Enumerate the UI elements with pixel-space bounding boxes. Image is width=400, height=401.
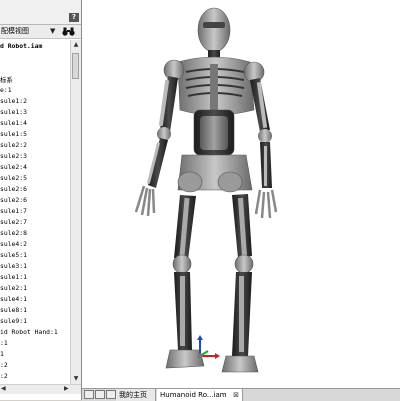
menu-icon[interactable] [106, 390, 116, 399]
tab-humanoid-robot[interactable]: Humanoid Ro...iam ⊠ [157, 389, 243, 401]
scroll-right-icon[interactable]: ▶ [64, 385, 69, 392]
tree-item[interactable]: sule2:4 [0, 163, 27, 171]
tree-item[interactable]: 标系 [0, 75, 13, 84]
tab-label: 我的主页 [119, 391, 147, 399]
view-selector[interactable]: 配模视图 [1, 26, 29, 36]
tree-item[interactable]: sule2:8 [0, 229, 27, 237]
tree-item[interactable]: sule4:1 [0, 295, 27, 303]
tree-item[interactable]: sule3:1 [0, 262, 27, 270]
chevron-down-icon[interactable]: ▼ [50, 27, 55, 35]
scroll-up-icon[interactable]: ▲ [71, 40, 81, 50]
document-tab-bar: 我的主页 Humanoid Ro...iam ⊠ [82, 388, 400, 401]
tree-item[interactable]: :1 [0, 339, 8, 347]
tile-horizontal-icon[interactable] [84, 390, 94, 399]
tree-item[interactable]: sule9:1 [0, 317, 27, 325]
tree-item[interactable]: sule5:1 [0, 251, 27, 259]
tree-item[interactable]: sule1:2 [0, 97, 27, 105]
tree-item[interactable]: :2 [0, 372, 8, 380]
scroll-left-icon[interactable]: ◀ [1, 385, 6, 392]
tree-item[interactable]: :2 [0, 361, 8, 369]
horizontal-scrollbar[interactable]: ◀ ▶ [0, 384, 81, 394]
browser-toolbar: 配模视图 ▼ [0, 25, 81, 39]
scroll-down-icon[interactable]: ▼ [71, 374, 81, 384]
tree-item[interactable]: sule1:4 [0, 119, 27, 127]
tree-item[interactable]: sule1:1 [0, 273, 27, 281]
tree-item[interactable]: e:1 [0, 86, 12, 94]
tree-item[interactable]: sule2:6 [0, 185, 27, 193]
tree-item[interactable]: sule1:5 [0, 130, 27, 138]
tree-item[interactable]: sule4:2 [0, 240, 27, 248]
tile-vertical-icon[interactable] [95, 390, 105, 399]
tree-item[interactable]: 1 [0, 350, 4, 358]
vertical-scrollbar[interactable]: ▲ ▼ [70, 40, 81, 384]
robot-model[interactable] [82, 0, 400, 388]
tree-item[interactable]: sule1:7 [0, 207, 27, 215]
graphics-viewport[interactable] [82, 0, 400, 388]
model-browser-panel: ? 配模视图 ▼ d Robot.iam 标系 e:1 sule1:2 sule1:3 s… [0, 0, 82, 400]
axis-triad-icon [197, 335, 220, 359]
help-icon[interactable]: ? [69, 13, 79, 22]
tree-item[interactable]: id Robot Hand:1 [0, 328, 58, 336]
tab-close-icon[interactable]: ⊠ [233, 389, 239, 401]
tree-item[interactable]: sule2:1 [0, 284, 27, 292]
tree-item[interactable]: sule2:3 [0, 152, 27, 160]
tree-item[interactable]: sule2:2 [0, 141, 27, 149]
tree-item[interactable]: sule2:6 [0, 196, 27, 204]
tree-item[interactable]: sule1:3 [0, 108, 27, 116]
assembly-tree: d Robot.iam 标系 e:1 sule1:2 sule1:3 sule1:4 sul… [0, 40, 70, 384]
scroll-thumb[interactable] [72, 53, 79, 79]
tree-item[interactable]: sule8:1 [0, 306, 27, 314]
binocular-icon[interactable] [62, 27, 75, 36]
tree-item[interactable]: d Robot.iam [0, 42, 42, 50]
tab-label: Humanoid Ro...iam [160, 391, 227, 399]
browser-titlebar: ? [0, 0, 81, 25]
tree-item[interactable]: sule2:7 [0, 218, 27, 226]
tree-item[interactable]: sule2:5 [0, 174, 27, 182]
tab-my-home[interactable]: 我的主页 [116, 389, 156, 401]
